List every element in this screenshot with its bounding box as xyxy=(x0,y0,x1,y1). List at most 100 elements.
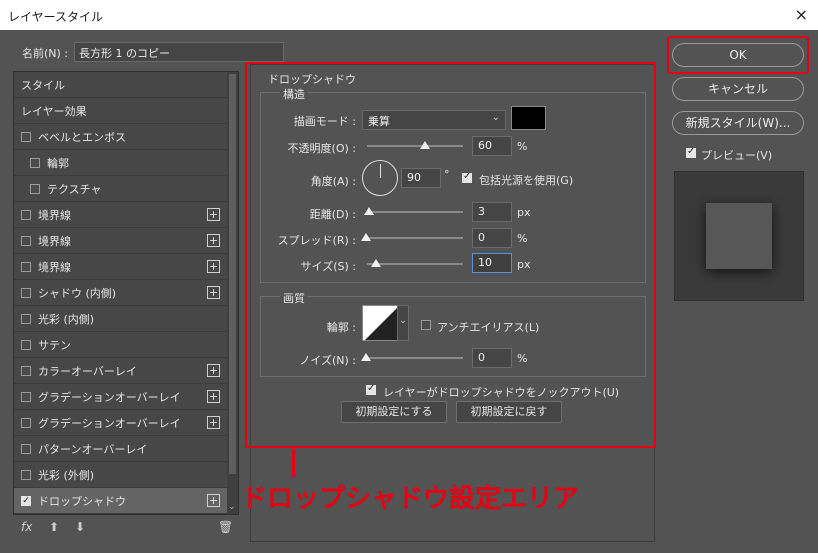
style-list-item-label: ドロップシャドウ xyxy=(38,494,126,508)
annotation-pointer xyxy=(292,449,295,477)
style-list-item-label: テクスチャ xyxy=(47,182,102,196)
reset-default-button[interactable]: 初期設定に戻す xyxy=(456,401,562,423)
noise-label: ノイズ(N) : xyxy=(299,354,356,367)
add-effect-icon[interactable]: + xyxy=(207,364,220,377)
style-list-item[interactable]: カラーオーバーレイ + xyxy=(14,358,238,384)
distance-slider-knob[interactable] xyxy=(364,207,374,215)
ok-button[interactable]: OK xyxy=(672,43,804,67)
contour-preview[interactable] xyxy=(362,305,398,341)
style-checkbox[interactable]: ✓ xyxy=(21,495,31,506)
distance-unit: px xyxy=(517,206,531,219)
scroll-down-icon[interactable]: ⌄ xyxy=(228,502,236,512)
add-effect-icon[interactable]: + xyxy=(207,260,220,273)
opacity-label: 不透明度(O) : xyxy=(287,142,356,155)
size-input[interactable]: 10 xyxy=(472,253,512,273)
style-list-item[interactable]: 境界線 + xyxy=(14,254,238,280)
spread-label: スプレッド(R) : xyxy=(277,234,356,247)
trash-icon[interactable]: 🗑 xyxy=(218,520,233,534)
add-effect-icon[interactable]: + xyxy=(207,286,220,299)
style-list-item[interactable]: テクスチャ xyxy=(14,176,238,202)
style-list-item[interactable]: ベベルとエンボス xyxy=(14,124,238,150)
window-title: レイヤースタイル xyxy=(8,10,104,24)
style-checkbox[interactable] xyxy=(21,339,31,350)
contour-label: 輪郭 : xyxy=(326,321,356,334)
opacity-input[interactable]: 60 xyxy=(472,136,512,156)
title-bar: レイヤースタイル × xyxy=(0,0,818,30)
add-effect-icon[interactable]: + xyxy=(207,494,220,507)
spread-input[interactable]: 0 xyxy=(472,228,512,248)
new-style-button[interactable]: 新規スタイル(W)... xyxy=(672,111,804,135)
move-down-icon[interactable]: ⬇ xyxy=(75,520,85,534)
style-list-item-label: パターンオーバーレイ xyxy=(38,442,148,456)
style-checkbox[interactable] xyxy=(30,157,40,168)
style-list-item-label: サテン xyxy=(38,338,71,352)
angle-input[interactable]: 90 xyxy=(401,168,441,188)
style-list-item[interactable]: 境界線 + xyxy=(14,228,238,254)
list-scrollbar[interactable]: ⌄ xyxy=(227,72,238,514)
angle-dial[interactable] xyxy=(362,160,398,196)
contour-dropdown-icon[interactable]: ⌄ xyxy=(397,305,409,341)
style-checkbox[interactable] xyxy=(21,287,31,298)
style-list-item-label: 境界線 xyxy=(38,234,71,248)
style-list-item-label: 光彩 (外側) xyxy=(38,468,95,482)
size-slider[interactable] xyxy=(367,263,463,265)
cancel-button[interactable]: キャンセル xyxy=(672,77,804,101)
shadow-color-swatch[interactable] xyxy=(511,106,546,130)
angle-label: 角度(A) : xyxy=(310,175,356,188)
style-list-item-label: スタイル xyxy=(21,78,65,92)
style-checkbox[interactable] xyxy=(21,131,31,142)
style-list-item[interactable]: グラデーションオーバーレイ + xyxy=(14,384,238,410)
noise-slider[interactable] xyxy=(367,357,463,359)
style-list-item[interactable]: サテン xyxy=(14,332,238,358)
scrollbar-thumb[interactable] xyxy=(229,74,236,474)
fx-icon[interactable]: fx xyxy=(21,520,32,534)
make-default-button[interactable]: 初期設定にする xyxy=(341,401,447,423)
distance-slider[interactable] xyxy=(367,211,463,213)
opacity-slider[interactable] xyxy=(367,145,463,147)
style-checkbox[interactable] xyxy=(21,365,31,376)
size-slider-knob[interactable] xyxy=(371,259,381,267)
style-checkbox[interactable] xyxy=(21,261,31,272)
style-list-item[interactable]: シャドウ (内側) + xyxy=(14,280,238,306)
spread-slider[interactable] xyxy=(367,237,463,239)
preview-checkbox[interactable] xyxy=(686,146,696,158)
style-checkbox[interactable] xyxy=(30,183,40,194)
spread-slider-knob[interactable] xyxy=(361,233,371,241)
move-up-icon[interactable]: ⬆ xyxy=(49,520,59,534)
style-checkbox[interactable] xyxy=(21,235,31,246)
antialias-checkbox[interactable] xyxy=(421,320,431,330)
style-checkbox[interactable] xyxy=(21,313,31,324)
style-list-item-label: 境界線 xyxy=(38,260,71,274)
global-light-checkbox[interactable] xyxy=(462,171,472,183)
quality-title: 画質 xyxy=(280,290,308,306)
style-list-item[interactable]: ✓ ドロップシャドウ + xyxy=(14,488,238,514)
style-list-item[interactable]: レイヤー効果 xyxy=(14,98,238,124)
style-list-item[interactable]: 光彩 (内側) xyxy=(14,306,238,332)
name-input[interactable]: 長方形 1 のコピー xyxy=(74,42,284,62)
chevron-down-icon: ⌄ xyxy=(491,112,500,123)
noise-slider-knob[interactable] xyxy=(361,353,371,361)
style-checkbox[interactable] xyxy=(21,209,31,220)
knockout-checkbox[interactable] xyxy=(366,383,376,395)
style-checkbox[interactable] xyxy=(21,443,31,454)
style-list-item[interactable]: 光彩 (外側) xyxy=(14,462,238,488)
style-list-item[interactable]: 輪郭 xyxy=(14,150,238,176)
style-list-item[interactable]: グラデーションオーバーレイ + xyxy=(14,410,238,436)
add-effect-icon[interactable]: + xyxy=(207,234,220,247)
style-list-item[interactable]: スタイル xyxy=(14,72,238,98)
noise-input[interactable]: 0 xyxy=(472,348,512,368)
add-effect-icon[interactable]: + xyxy=(207,416,220,429)
style-checkbox[interactable] xyxy=(21,469,31,480)
style-list: スタイル レイヤー効果 ベベルとエンボス 輪郭 テクスチャ 境界線 + 境界線 + 境界線 + シャド… xyxy=(13,71,239,515)
style-list-item[interactable]: パターンオーバーレイ xyxy=(14,436,238,462)
style-checkbox[interactable] xyxy=(21,391,31,402)
add-effect-icon[interactable]: + xyxy=(207,208,220,221)
style-list-item[interactable]: 境界線 + xyxy=(14,202,238,228)
blend-mode-select[interactable]: 乗算 ⌄ xyxy=(362,110,506,130)
add-effect-icon[interactable]: + xyxy=(207,390,220,403)
name-label: 名前(N) : xyxy=(22,47,69,60)
style-checkbox[interactable] xyxy=(21,417,31,428)
close-icon[interactable]: × xyxy=(795,5,808,24)
opacity-slider-knob[interactable] xyxy=(419,141,430,149)
distance-input[interactable]: 3 xyxy=(472,202,512,222)
